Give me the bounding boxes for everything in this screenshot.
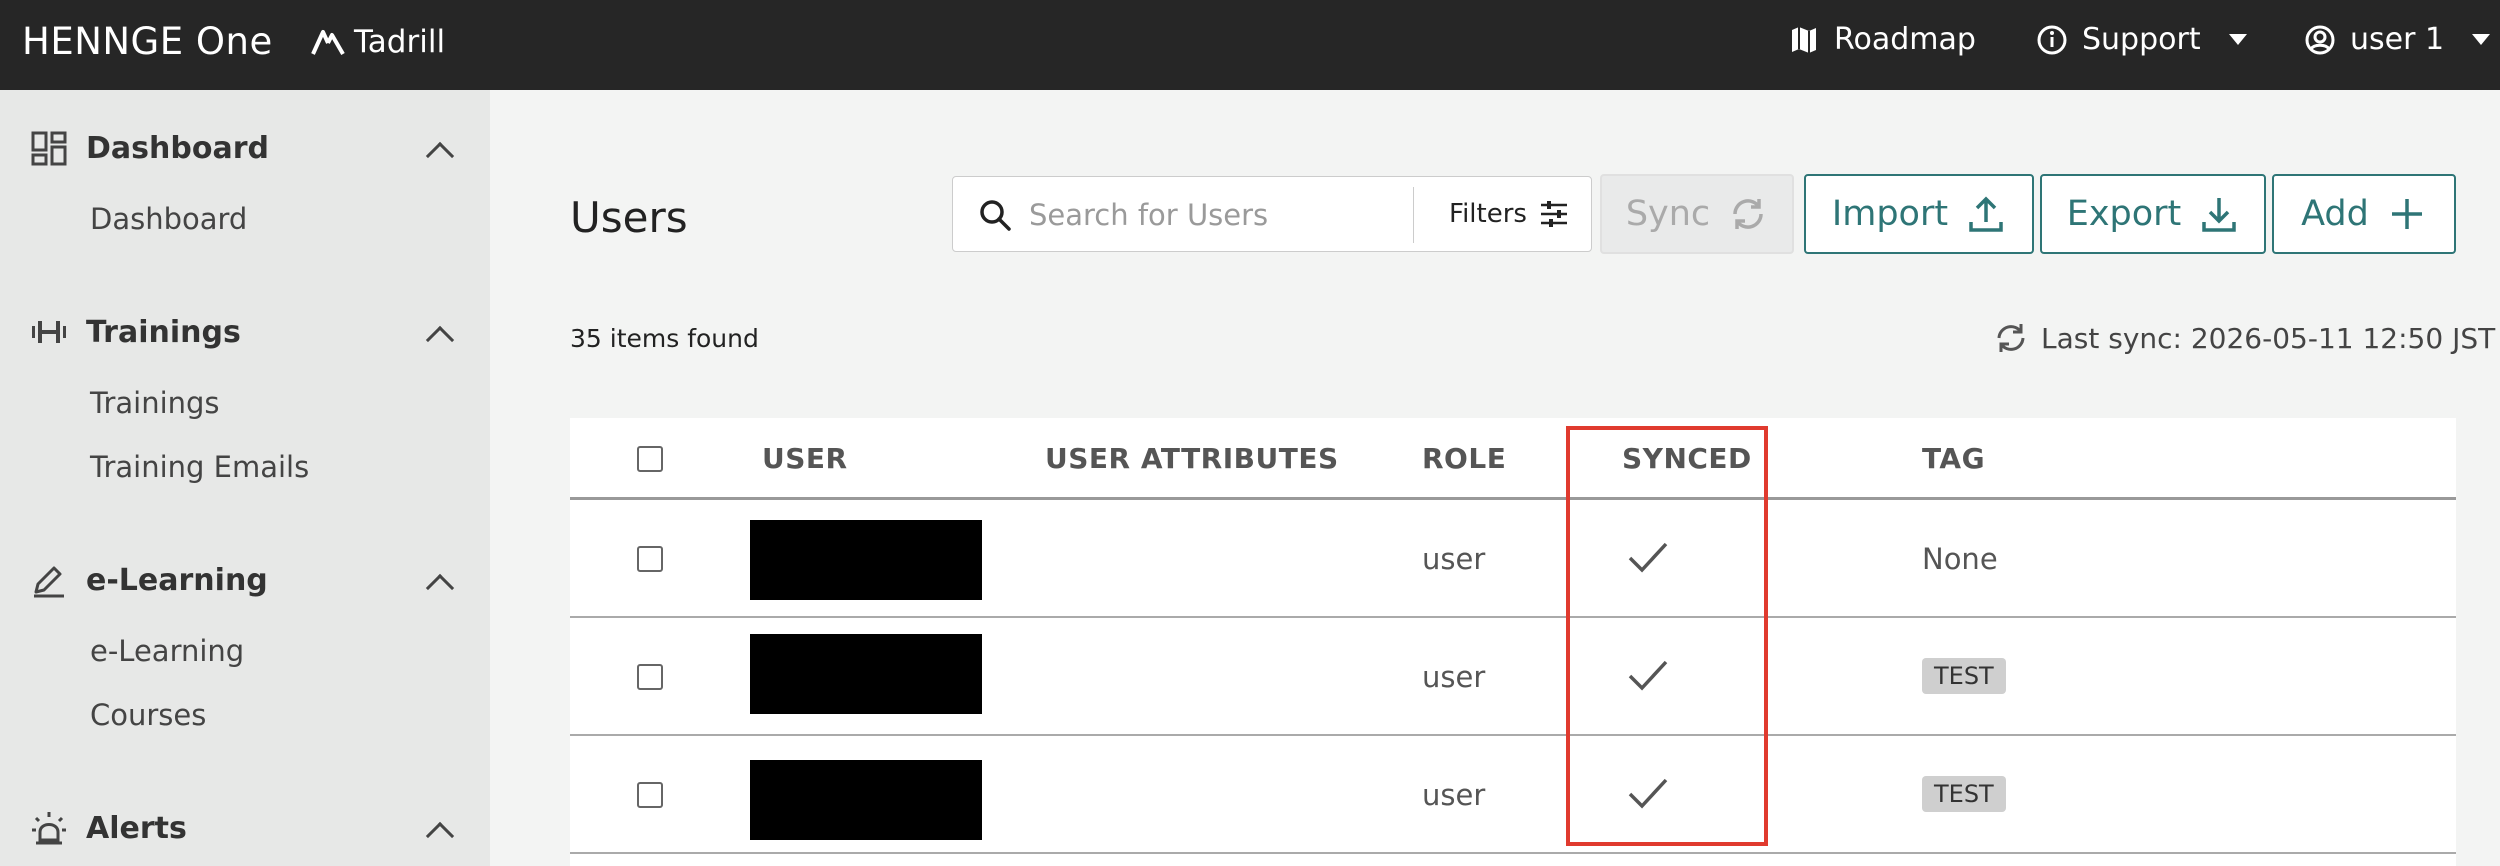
select-all-checkbox[interactable] [637, 446, 663, 472]
sync-label: Sync [1625, 194, 1711, 234]
column-header-role[interactable]: ROLE [1422, 442, 1506, 475]
map-icon [1792, 26, 1816, 53]
info-icon [2037, 25, 2067, 54]
account-circle-icon [2305, 25, 2335, 54]
sidebar-section-title: Dashboard [86, 130, 269, 166]
table-row[interactable]: user TEST [570, 736, 2456, 854]
chevron-up-icon[interactable] [425, 821, 455, 851]
chevron-up-icon[interactable] [425, 141, 455, 171]
tag-cell: None [1922, 542, 1998, 576]
sidebar-section-alerts[interactable]: Alerts [30, 810, 187, 846]
redacted-user-name [750, 760, 982, 840]
table-row[interactable]: user None [570, 500, 2456, 618]
plus-icon [2391, 199, 2422, 229]
alarm-light-icon [32, 812, 66, 845]
search-icon [980, 200, 1011, 231]
row-checkbox[interactable] [637, 664, 663, 690]
tadrill-logo-icon [311, 30, 345, 56]
column-header-user[interactable]: USER [762, 442, 848, 475]
sidebar-item-dashboard[interactable]: Dashboard [90, 202, 247, 236]
download-icon [2202, 198, 2237, 232]
redacted-user-name [750, 634, 982, 714]
export-label: Export [2066, 194, 2182, 234]
page-title: Users [570, 193, 688, 242]
product-name[interactable]: Tadrill [310, 24, 445, 60]
import-button[interactable]: Import [1804, 174, 2034, 254]
sidebar-section-dashboard[interactable]: Dashboard [30, 130, 269, 166]
chevron-up-icon[interactable] [425, 573, 455, 603]
sync-button[interactable]: Sync [1600, 174, 1794, 254]
chevron-up-icon[interactable] [425, 325, 455, 355]
sync-icon [1997, 324, 2025, 352]
upload-icon [1969, 196, 2003, 232]
sidebar-section-e-learning[interactable]: e-Learning [30, 562, 268, 598]
search-bar: Filters [952, 176, 1592, 252]
user-label: user 1 [2350, 22, 2445, 57]
row-checkbox[interactable] [637, 546, 663, 572]
top-bar: HENNGE One Tadrill Roadmap Support user … [0, 0, 2500, 90]
row-checkbox[interactable] [637, 782, 663, 808]
tune-icon [1540, 201, 1567, 227]
add-button[interactable]: Add [2272, 174, 2456, 254]
tag-badge: TEST [1922, 658, 2006, 694]
pencil-icon [34, 566, 64, 598]
table-header: USER USER ATTRIBUTES ROLE SYNCED TAG [570, 418, 2456, 500]
dashboard-icon [31, 131, 67, 166]
export-button[interactable]: Export [2040, 174, 2266, 254]
sidebar-item-courses[interactable]: Courses [90, 698, 206, 732]
role-cell: user [1422, 778, 1486, 812]
sidebar-item-training-emails[interactable]: Training Emails [90, 450, 309, 484]
items-count: 35 items found [570, 324, 759, 353]
last-sync-status: Last sync: 2026-05-11 12:50 JST [1993, 320, 2495, 356]
sidebar-item-e-learning[interactable]: e-Learning [90, 634, 244, 668]
roadmap-label: Roadmap [1834, 22, 1976, 57]
chevron-down-icon [2472, 34, 2491, 45]
roadmap-link[interactable]: Roadmap [1788, 22, 1976, 57]
synced-column-highlight [1566, 426, 1768, 846]
filters-button[interactable]: Filters [1449, 199, 1569, 229]
chevron-down-icon [2228, 34, 2247, 45]
user-menu[interactable]: user 1 [2304, 22, 2491, 57]
sidebar-section-title: Alerts [86, 810, 187, 846]
redacted-user-name [750, 520, 982, 600]
dumbbell-icon [32, 321, 66, 343]
users-table: USER USER ATTRIBUTES ROLE SYNCED TAG use… [570, 418, 2456, 866]
import-label: Import [1831, 194, 1949, 234]
role-cell: user [1422, 660, 1486, 694]
support-label: Support [2082, 22, 2201, 57]
sidebar-section-title: e-Learning [86, 562, 268, 598]
last-sync-text: Last sync: 2026-05-11 12:50 JST [2041, 321, 2496, 355]
brand-logo[interactable]: HENNGE One [22, 20, 273, 63]
role-cell: user [1422, 542, 1486, 576]
column-header-tag[interactable]: TAG [1922, 442, 1985, 475]
search-input[interactable] [1029, 196, 1359, 234]
sidebar-section-title: Trainings [86, 314, 241, 350]
add-label: Add [2301, 194, 2369, 234]
column-header-user-attributes[interactable]: USER ATTRIBUTES [1045, 442, 1339, 475]
product-label: Tadrill [354, 24, 446, 60]
tag-badge: TEST [1922, 776, 2006, 812]
sidebar-section-trainings[interactable]: Trainings [30, 314, 241, 350]
filters-label: Filters [1449, 199, 1527, 229]
sidebar: Dashboard Dashboard Trainings Trainings … [0, 90, 490, 866]
support-menu[interactable]: Support [2036, 22, 2247, 57]
table-row[interactable]: user TEST [570, 618, 2456, 736]
sync-icon [1733, 199, 1763, 229]
search-divider [1413, 187, 1414, 243]
sidebar-item-trainings[interactable]: Trainings [90, 386, 220, 420]
